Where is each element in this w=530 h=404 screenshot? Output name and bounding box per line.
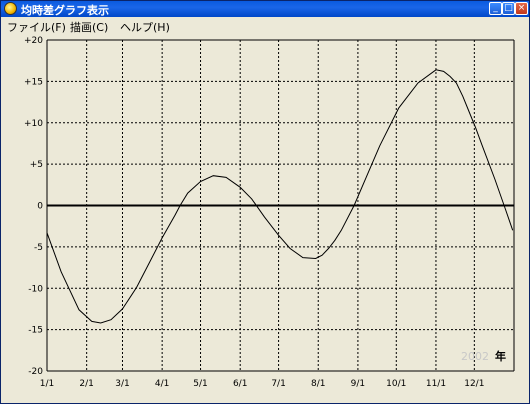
equation-of-time-line	[46, 69, 514, 324]
x-tick-label: 1/1	[40, 379, 54, 389]
x-tick-label: 5/1	[193, 379, 207, 389]
x-tick-label: 6/1	[233, 379, 247, 389]
x-tick-label: 7/1	[271, 379, 285, 389]
y-tick-label: -15	[28, 326, 43, 336]
grid	[46, 39, 515, 372]
x-tick-label: 12/1	[464, 379, 484, 389]
x-tick-label: 11/1	[426, 379, 446, 389]
equation-of-time-chart: +20 +15 +10 +5 0 -5 -10 -15 -20 1/1 2/1 3/1 4/1 5/1 6/…	[24, 36, 515, 389]
x-tick-label: 8/1	[311, 379, 325, 389]
year-suffix-label: 年	[495, 349, 506, 363]
app-window: 均時差グラフ表示 _ □ × ファイル(F) 描画(C) ヘルプ(H) +20 +…	[0, 0, 530, 404]
x-tick-label: 10/1	[386, 379, 406, 389]
y-tick-label: 0	[37, 202, 43, 212]
x-tick-label: 9/1	[351, 379, 365, 389]
y-tick-label: -10	[28, 284, 43, 294]
year-label: 2002	[461, 350, 489, 363]
y-tick-label: +5	[30, 160, 43, 170]
x-tick-label: 2/1	[79, 379, 93, 389]
y-tick-label: +10	[24, 119, 43, 129]
tick-labels: +20 +15 +10 +5 0 -5 -10 -15 -20 1/1 2/1 3/1 4/1 5/1 6/…	[24, 36, 484, 389]
x-tick-label: 3/1	[115, 379, 129, 389]
y-tick-label: -20	[28, 367, 43, 377]
y-tick-label: -5	[34, 243, 43, 253]
y-tick-label: +20	[24, 36, 43, 46]
x-tick-label: 4/1	[155, 379, 169, 389]
y-tick-label: +15	[24, 77, 43, 87]
